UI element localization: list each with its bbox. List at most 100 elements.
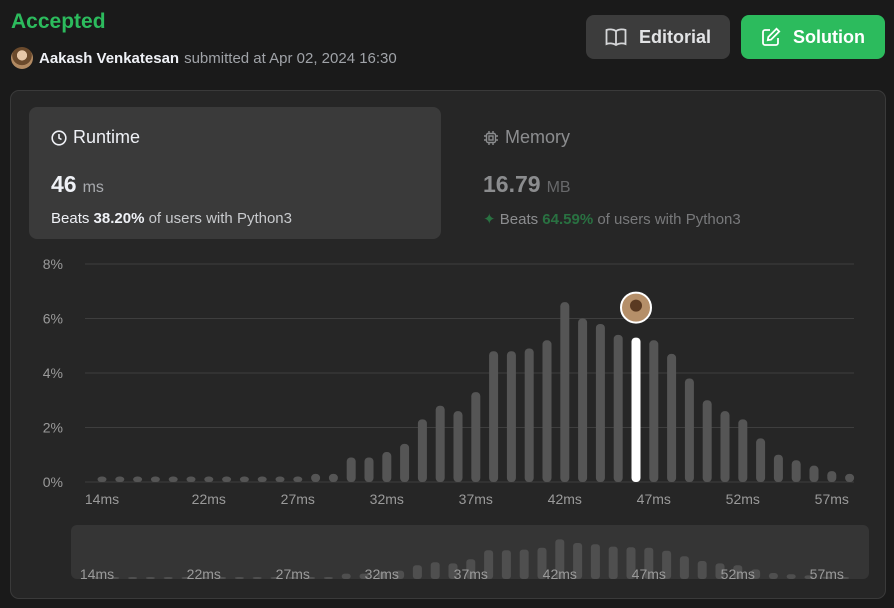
bar[interactable] [364,457,374,482]
overview-bar [768,573,778,579]
bar[interactable] [222,476,232,482]
bar[interactable] [756,438,766,482]
x-tick-label: 27ms [281,491,315,507]
y-tick-label: 6% [43,311,63,327]
x-tick-label: 32ms [370,491,404,507]
x-tick-label: 37ms [459,491,493,507]
runtime-distribution-chart[interactable]: 0% 2% 4% 6% 8% 14ms 22ms 27ms 32ms 37ms 42ms 47ms 5… [11,91,885,598]
overview-bar [128,577,138,579]
overview-bar [163,577,173,579]
submission-meta: Aakash Venkatesan submitted at Apr 02, 2… [11,47,397,69]
edit-pen-icon [762,27,781,46]
bar[interactable] [524,348,534,482]
bar[interactable] [720,411,730,482]
chart-bars [97,302,855,483]
bar[interactable] [738,419,748,482]
avatar-face [630,299,642,312]
bar[interactable] [400,443,410,482]
y-tick-label: 8% [43,256,63,272]
bar[interactable] [453,411,463,482]
overview-x-label: 57ms [810,566,844,582]
overview-x-label: 32ms [365,566,399,582]
bar[interactable] [311,473,321,482]
overview-bar [590,544,600,579]
overview-bar [501,550,511,579]
performance-panel: Runtime 46 ms Beats 38.20% of users with … [10,90,886,599]
overview-bar [341,573,351,579]
bar[interactable] [560,302,570,482]
bar[interactable] [506,351,516,482]
overview-bar [608,546,618,579]
submission-status: Accepted [11,10,106,33]
submitted-at-text: submitted at Apr 02, 2024 16:30 [184,49,397,67]
overview-bar [323,577,333,579]
overview-bar [697,561,707,579]
book-open-icon [605,28,627,46]
bar[interactable] [328,473,338,482]
overview-x-label: 42ms [543,566,577,582]
bar[interactable] [667,353,677,482]
bar[interactable] [133,476,143,482]
overview-bar [519,549,529,579]
bar[interactable] [382,452,392,482]
chart-grid: 0% 2% 4% 6% 8% [43,256,854,490]
bar[interactable] [293,476,303,482]
bar[interactable] [204,476,214,482]
y-tick-label: 4% [43,365,63,381]
bar[interactable] [845,473,855,482]
user-name-link[interactable]: Aakash Venkatesan [39,50,179,67]
y-tick-label: 2% [43,420,63,436]
bar[interactable] [613,334,623,482]
solution-label: Solution [793,26,865,47]
selected-bar[interactable] [631,337,641,482]
x-tick-label: 42ms [548,491,582,507]
bar[interactable] [489,351,499,482]
overview-x-label: 27ms [276,566,310,582]
bar[interactable] [417,419,427,482]
overview-bar [234,577,244,579]
bar[interactable] [257,476,267,482]
overview-bar [252,577,262,579]
bar[interactable] [150,476,160,482]
bar[interactable] [435,405,445,482]
bar[interactable] [827,471,837,482]
bar[interactable] [97,476,107,482]
bar[interactable] [773,454,783,482]
bar[interactable] [578,318,588,483]
x-tick-label: 57ms [815,491,849,507]
bar[interactable] [702,400,712,482]
overview-bar [412,565,422,579]
x-tick-label: 47ms [637,491,671,507]
chart-overview[interactable]: 14ms 22ms 27ms 32ms 37ms 42ms 47ms 52ms 57ms [71,525,869,582]
bar[interactable] [791,460,801,482]
overview-x-label: 14ms [80,566,114,582]
overview-x-label: 52ms [721,566,755,582]
overview-x-label: 37ms [454,566,488,582]
chart-selected-marker [620,291,652,324]
bar[interactable] [186,476,196,482]
x-tick-label: 14ms [85,491,119,507]
bar[interactable] [809,465,819,482]
overview-bar [679,556,689,579]
solution-button[interactable]: Solution [741,15,885,59]
bar[interactable] [168,476,178,482]
bar[interactable] [115,476,125,482]
editorial-button[interactable]: Editorial [586,15,730,59]
bar[interactable] [275,476,285,482]
overview-bar [430,562,440,579]
bar[interactable] [471,392,481,482]
x-tick-label: 22ms [192,491,226,507]
y-tick-label: 0% [43,474,63,490]
overview-x-label: 22ms [187,566,221,582]
bar[interactable] [346,457,356,482]
bar[interactable] [239,476,249,482]
x-tick-label: 52ms [726,491,760,507]
user-avatar[interactable] [11,47,33,69]
bar[interactable] [542,340,552,482]
chart-x-labels: 14ms 22ms 27ms 32ms 37ms 42ms 47ms 52ms 57ms [85,491,849,507]
editorial-label: Editorial [638,26,711,47]
bar[interactable] [684,378,694,482]
bar[interactable] [595,323,605,482]
bar[interactable] [649,340,659,482]
overview-bar [786,574,796,579]
